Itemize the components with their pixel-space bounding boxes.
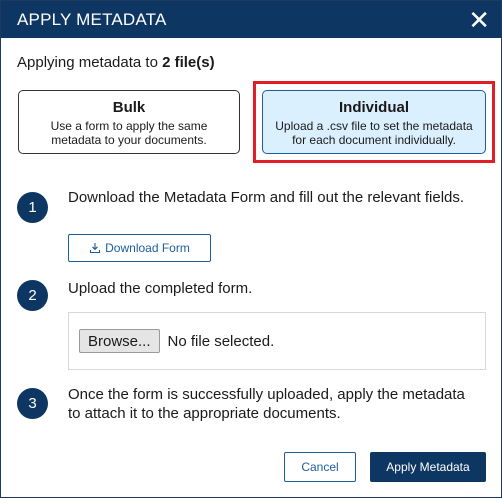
step-3-text: Once the form is successfully uploaded, … xyxy=(68,386,465,422)
bulk-description: Use a form to apply the same metadata to… xyxy=(50,119,208,147)
individual-title: Individual xyxy=(338,99,409,116)
cancel-button[interactable]: Cancel xyxy=(284,452,356,482)
browse-button[interactable]: Browse... xyxy=(79,329,160,353)
apply-metadata-button[interactable]: Apply Metadata xyxy=(370,452,486,482)
step-1-text: Download the Metadata Form and fill out … xyxy=(68,189,465,206)
bulk-title: Bulk xyxy=(112,99,146,116)
close-icon[interactable]: ✕ xyxy=(468,7,490,33)
step-1-badge: 1 xyxy=(17,192,48,223)
individual-description: Upload a .csv file to set the metadata f… xyxy=(275,119,473,147)
download-form-button[interactable]: Download Form xyxy=(68,234,211,262)
bulk-mode-option[interactable]: Bulk Use a form to apply the same metada… xyxy=(18,90,240,154)
file-upload-box: Browse... No file selected. xyxy=(68,312,486,370)
file-count-text: Applying metadata to 2 file(s) xyxy=(17,54,215,71)
file-status-text: No file selected. xyxy=(167,332,275,350)
dialog-header: APPLY METADATA ✕ xyxy=(1,1,501,38)
dialog-title: APPLY METADATA xyxy=(17,9,167,29)
step-3-badge: 3 xyxy=(17,388,48,419)
download-form-label: Download Form xyxy=(105,241,190,255)
individual-mode-option[interactable]: Individual Upload a .csv file to set the… xyxy=(262,90,486,154)
download-icon xyxy=(90,243,101,254)
file-count: 2 file(s) xyxy=(162,54,215,71)
apply-metadata-dialog: APPLY METADATA ✕ Applying metadata to 2 … xyxy=(0,0,502,498)
step-2-badge: 2 xyxy=(17,280,48,311)
step-2-text: Upload the completed form. xyxy=(68,280,253,297)
subtitle-prefix: Applying metadata to xyxy=(17,54,163,71)
